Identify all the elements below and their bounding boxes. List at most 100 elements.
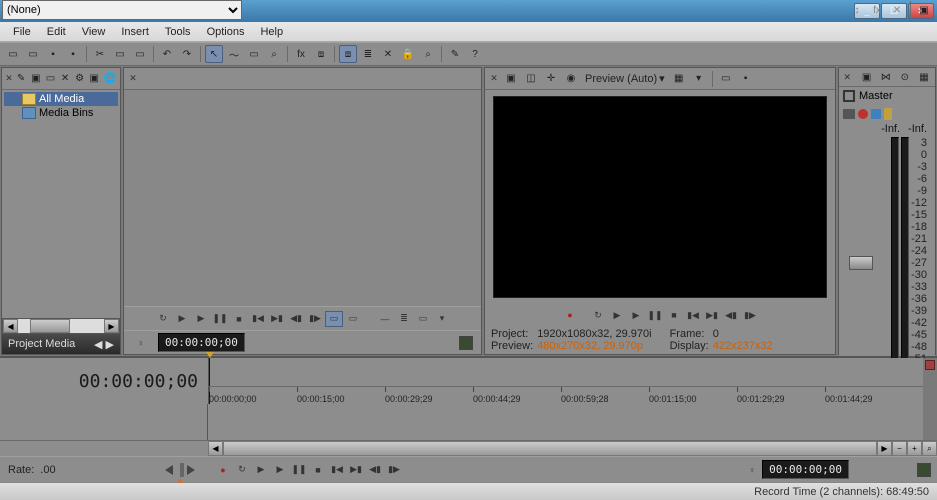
help-button[interactable]: ? xyxy=(466,45,484,63)
play-button[interactable]: ▶ xyxy=(271,462,289,478)
lock-envelopes-button[interactable]: 🔒 xyxy=(399,45,417,63)
enable-snapping-button[interactable]: ⧈ xyxy=(339,45,357,63)
interactive-tutorial-button[interactable]: ✎ xyxy=(446,45,464,63)
get-photo-button[interactable]: ▭ xyxy=(44,70,57,88)
trim-more-button[interactable]: ▾ xyxy=(433,311,451,327)
project-media-tab[interactable]: Project Media ◀ ▶ xyxy=(2,334,120,354)
capture-button[interactable]: ▣ xyxy=(30,70,43,88)
panel-close-icon[interactable]: ✕ xyxy=(127,73,139,85)
timeline-vscroll[interactable] xyxy=(923,404,937,440)
preview-quality-icon[interactable]: ◉ xyxy=(562,70,580,88)
go-end-button[interactable]: ▶▮ xyxy=(703,307,721,323)
prev-frame-button[interactable]: ◀▮ xyxy=(366,462,384,478)
scroll-right-button[interactable]: ▶ xyxy=(877,441,892,456)
paste-button[interactable]: ▭ xyxy=(131,45,149,63)
dim-button[interactable]: ⋈ xyxy=(878,68,894,86)
stop-button[interactable]: ■ xyxy=(665,307,683,323)
prev-frame-button[interactable]: ◀▮ xyxy=(722,307,740,323)
save-button[interactable]: ▪ xyxy=(44,45,62,63)
media-props-button[interactable]: ⚙ xyxy=(73,70,86,88)
play-from-start-button[interactable]: ▶ xyxy=(252,462,270,478)
fit-to-fill-button[interactable]: ▭ xyxy=(344,311,362,327)
current-timecode[interactable]: 00:00:00;00 xyxy=(762,460,849,479)
preview-quality-dropdown[interactable]: Preview (Auto) ▾ xyxy=(582,72,668,85)
trimmer-display[interactable] xyxy=(124,90,481,306)
show-audio-button[interactable]: ≣ xyxy=(395,311,413,327)
loop-button[interactable]: ↻ xyxy=(589,307,607,323)
stop-button[interactable]: ■ xyxy=(230,311,248,327)
redo-button[interactable]: ↷ xyxy=(178,45,196,63)
insert-bus-button[interactable]: ⊙ xyxy=(897,68,913,86)
go-start-button[interactable]: ▮◀ xyxy=(249,311,267,327)
go-start-button[interactable]: ▮◀ xyxy=(684,307,702,323)
split-screen-button[interactable]: ✛ xyxy=(542,70,560,88)
trimmer-media-select[interactable]: (None) xyxy=(2,0,242,20)
menu-help[interactable]: Help xyxy=(252,24,291,40)
play-from-start-button[interactable]: ▶ xyxy=(608,307,626,323)
marker-region-icon[interactable] xyxy=(925,360,935,370)
trimmer-remove-button[interactable]: ✕ xyxy=(888,1,906,19)
menu-view[interactable]: View xyxy=(74,24,114,40)
mixer-props-button[interactable]: ▦ xyxy=(916,68,932,86)
stop-button[interactable]: ■ xyxy=(309,462,327,478)
undo-button[interactable]: ↶ xyxy=(158,45,176,63)
preview-display[interactable] xyxy=(493,96,827,298)
record-button[interactable]: ● xyxy=(214,462,232,478)
loop-button[interactable]: ↻ xyxy=(154,311,172,327)
mute-button[interactable] xyxy=(884,108,892,120)
zoom-fit-button[interactable]: ⌕ xyxy=(922,441,937,456)
play-from-start-button[interactable]: ▶ xyxy=(192,311,210,327)
import-media-button[interactable]: ✎ xyxy=(15,70,28,88)
envelope-tool[interactable]: 〜 xyxy=(225,45,243,63)
loop-button[interactable]: ↻ xyxy=(233,462,251,478)
menu-file[interactable]: File xyxy=(5,24,39,40)
project-media-hscroll[interactable]: ◀ ▶ xyxy=(2,318,120,334)
trimmer-sort-button[interactable]: ↕ xyxy=(848,1,866,19)
marker-icon[interactable]: ♀ xyxy=(132,335,150,351)
show-video-button[interactable]: ▭ xyxy=(414,311,432,327)
zoom-in-button[interactable]: + xyxy=(907,441,922,456)
copy-button[interactable]: ▭ xyxy=(111,45,129,63)
prev-frame-button[interactable]: ◀▮ xyxy=(287,311,305,327)
media-fx-button[interactable]: ▣ xyxy=(88,70,101,88)
automation-button[interactable] xyxy=(858,109,868,119)
cut-button[interactable]: ✂ xyxy=(91,45,109,63)
tree-item-media-bins[interactable]: Media Bins xyxy=(4,106,118,120)
timeline-timecode-display[interactable]: 00:00:00;00 xyxy=(79,371,198,392)
next-frame-button[interactable]: ▮▶ xyxy=(741,307,759,323)
trimmer-timecode[interactable]: 00:00:00;00 xyxy=(158,333,245,352)
ignore-grouping-button[interactable]: ⌕ xyxy=(419,45,437,63)
media-tree[interactable]: All Media Media Bins xyxy=(2,90,120,318)
menu-tools[interactable]: Tools xyxy=(157,24,199,40)
pause-button[interactable]: ❚❚ xyxy=(211,311,229,327)
scroll-thumb[interactable] xyxy=(223,441,877,456)
scroll-left-button[interactable]: ◀ xyxy=(208,441,223,456)
go-end-button[interactable]: ▶▮ xyxy=(268,311,286,327)
tree-item-all-media[interactable]: All Media xyxy=(4,92,118,106)
properties-button[interactable]: ▪ xyxy=(64,45,82,63)
pause-button[interactable]: ❚❚ xyxy=(290,462,308,478)
play-button[interactable]: ▶ xyxy=(627,307,645,323)
scroll-left-button[interactable]: ◀ xyxy=(3,319,18,333)
overlays-dropdown[interactable]: ▾ xyxy=(690,70,708,88)
master-fader[interactable] xyxy=(849,256,873,270)
event-fx-button[interactable]: fx xyxy=(292,45,310,63)
generator-button[interactable]: ⧈ xyxy=(312,45,330,63)
scroll-thumb[interactable] xyxy=(30,319,70,333)
external-monitor-button[interactable]: ▣ xyxy=(502,70,520,88)
record-button[interactable]: ● xyxy=(561,307,579,323)
timeline-thumbnail[interactable] xyxy=(917,463,931,477)
master-output-icon[interactable] xyxy=(843,90,855,102)
video-output-fx-button[interactable]: ◫ xyxy=(522,70,540,88)
panel-close-icon[interactable]: ✕ xyxy=(488,73,500,85)
go-end-button[interactable]: ▶▮ xyxy=(347,462,365,478)
save-snapshot-button[interactable]: ▪ xyxy=(737,70,755,88)
new-button[interactable]: ▭ xyxy=(4,45,22,63)
downmix-button[interactable]: ▣ xyxy=(859,68,875,86)
menu-insert[interactable]: Insert xyxy=(113,24,157,40)
trimmer-fx-button[interactable]: fx xyxy=(868,1,886,19)
open-button[interactable]: ▭ xyxy=(24,45,42,63)
copy-snapshot-button[interactable]: ▭ xyxy=(717,70,735,88)
add-to-timeline-button[interactable]: ▭ xyxy=(325,311,343,327)
next-frame-button[interactable]: ▮▶ xyxy=(385,462,403,478)
